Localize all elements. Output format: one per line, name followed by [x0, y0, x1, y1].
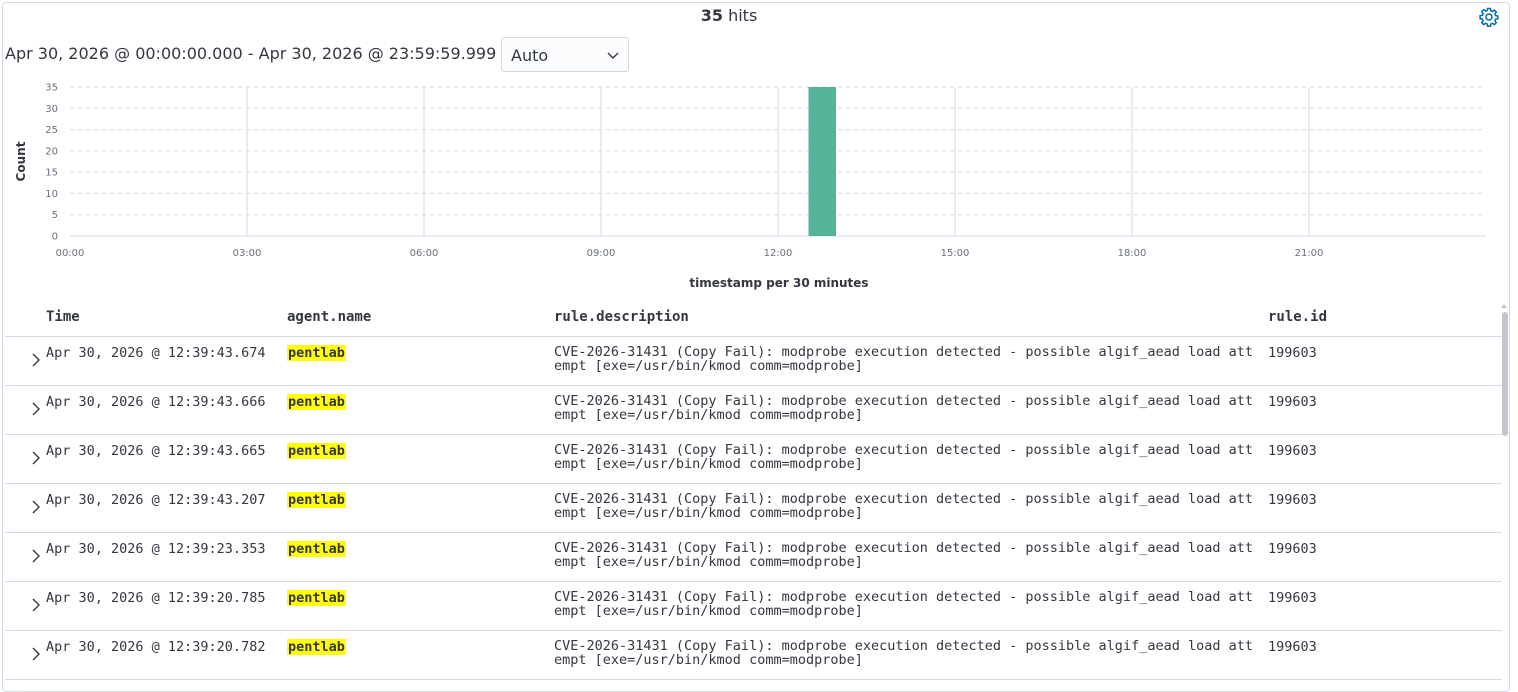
- cell-agent-name[interactable]: pentlab: [287, 541, 346, 557]
- cell-rule-id: 199603: [1268, 394, 1317, 410]
- cell-rule-id: 199603: [1268, 590, 1317, 606]
- cell-agent-name[interactable]: pentlab: [287, 590, 346, 606]
- y-tick-label: 35: [45, 83, 58, 94]
- chevron-right-icon[interactable]: [29, 596, 43, 614]
- table-row[interactable]: Apr 30, 2026 @ 12:39:43.665 pentlab CVE-20…: [5, 435, 1502, 484]
- chevron-right-icon[interactable]: [29, 449, 43, 467]
- cell-rule-description: CVE-2026-31431 (Copy Fail): modprobe exe…: [554, 442, 1253, 472]
- cell-rule-id: 199603: [1268, 639, 1317, 655]
- x-axis-title: timestamp per 30 minutes: [689, 276, 868, 290]
- results-table: Time agent.name rule.description rule.id…: [5, 300, 1502, 680]
- column-header-time[interactable]: Time: [46, 309, 80, 325]
- cell-time: Apr 30, 2026 @ 12:39:20.785: [46, 590, 266, 606]
- y-axis-title: Count: [14, 141, 28, 181]
- interval-select[interactable]: Auto: [501, 37, 629, 72]
- table-header: Time agent.name rule.description rule.id: [5, 300, 1502, 337]
- column-header-rule-id[interactable]: rule.id: [1268, 309, 1327, 325]
- scrollbar-thumb[interactable]: [1502, 312, 1508, 436]
- chevron-right-icon[interactable]: [29, 645, 43, 663]
- time-range-text: Apr 30, 2026 @ 00:00:00.000 - Apr 30, 20…: [5, 44, 528, 63]
- cell-rule-description: CVE-2026-31431 (Copy Fail): modprobe exe…: [554, 589, 1253, 619]
- column-header-rule-description[interactable]: rule.description: [554, 309, 689, 325]
- cell-time: Apr 30, 2026 @ 12:39:23.353: [46, 541, 266, 557]
- cell-rule-id: 199603: [1268, 443, 1317, 459]
- arrow-up-icon[interactable]: [1500, 302, 1508, 310]
- cell-rule-id: 199603: [1268, 345, 1317, 361]
- cell-rule-description: CVE-2026-31431 (Copy Fail): modprobe exe…: [554, 393, 1253, 423]
- chevron-right-icon[interactable]: [29, 351, 43, 369]
- cell-rule-description: CVE-2026-31431 (Copy Fail): modprobe exe…: [554, 638, 1253, 668]
- cell-time: Apr 30, 2026 @ 12:39:20.782: [46, 639, 266, 655]
- table-row[interactable]: Apr 30, 2026 @ 12:39:20.785 pentlab CVE-20…: [5, 582, 1502, 631]
- y-tick-label: 20: [45, 146, 58, 157]
- table-body: Apr 30, 2026 @ 12:39:43.674 pentlab CVE-20…: [5, 337, 1502, 680]
- histogram-bar: [808, 87, 836, 236]
- x-tick-label: 06:00: [410, 248, 439, 259]
- x-tick-label: 18:00: [1118, 248, 1147, 259]
- interval-value: Auto: [511, 46, 549, 65]
- x-tick-label: 09:00: [587, 248, 616, 259]
- y-tick-label: 30: [45, 104, 58, 115]
- hits-count: 35: [700, 6, 723, 25]
- y-tick-label: 5: [52, 210, 58, 221]
- histogram-chart: 35 30 25 20 15 10 5 0 00:00 03:00 06:00 09:00 12:00 1…: [14, 83, 1486, 290]
- table-row[interactable]: Apr 30, 2026 @ 12:39:43.207 pentlab CVE-20…: [5, 484, 1502, 533]
- chevron-right-icon[interactable]: [29, 498, 43, 516]
- hits-label: hits: [728, 6, 758, 25]
- x-tick-label: 00:00: [56, 248, 85, 259]
- gear-icon[interactable]: [1479, 7, 1499, 27]
- chevron-right-icon[interactable]: [29, 547, 43, 565]
- cell-rule-id: 199603: [1268, 541, 1317, 557]
- table-row[interactable]: Apr 30, 2026 @ 12:39:20.782 pentlab CVE-20…: [5, 631, 1502, 680]
- cell-rule-description: CVE-2026-31431 (Copy Fail): modprobe exe…: [554, 540, 1253, 570]
- cell-time: Apr 30, 2026 @ 12:39:43.207: [46, 492, 266, 508]
- chevron-down-icon: [607, 52, 619, 59]
- x-tick-label: 03:00: [233, 248, 262, 259]
- y-tick-label: 0: [52, 232, 58, 243]
- table-row[interactable]: Apr 30, 2026 @ 12:39:43.666 pentlab CVE-20…: [5, 386, 1502, 435]
- cell-time: Apr 30, 2026 @ 12:39:43.666: [46, 394, 266, 410]
- x-tick-label: 12:00: [764, 248, 793, 259]
- cell-agent-name[interactable]: pentlab: [287, 394, 346, 410]
- table-row[interactable]: Apr 30, 2026 @ 12:39:23.353 pentlab CVE-20…: [5, 533, 1502, 582]
- cell-time: Apr 30, 2026 @ 12:39:43.674: [46, 345, 266, 361]
- cell-rule-description: CVE-2026-31431 (Copy Fail): modprobe exe…: [554, 344, 1253, 374]
- cell-rule-description: CVE-2026-31431 (Copy Fail): modprobe exe…: [554, 491, 1253, 521]
- cell-agent-name[interactable]: pentlab: [287, 492, 346, 508]
- x-tick-label: 15:00: [941, 248, 970, 259]
- x-tick-label: 21:00: [1295, 248, 1324, 259]
- hits-counter: 35 hits: [0, 6, 1458, 25]
- y-tick-label: 10: [45, 189, 58, 200]
- column-header-agent-name[interactable]: agent.name: [287, 309, 371, 325]
- y-tick-label: 15: [45, 168, 58, 179]
- cell-agent-name[interactable]: pentlab: [287, 345, 346, 361]
- cell-agent-name[interactable]: pentlab: [287, 443, 346, 459]
- cell-time: Apr 30, 2026 @ 12:39:43.665: [46, 443, 266, 459]
- chevron-right-icon[interactable]: [29, 400, 43, 418]
- table-row[interactable]: Apr 30, 2026 @ 12:39:43.674 pentlab CVE-20…: [5, 337, 1502, 386]
- cell-rule-id: 199603: [1268, 492, 1317, 508]
- y-tick-label: 25: [45, 125, 58, 136]
- cell-agent-name[interactable]: pentlab: [287, 639, 346, 655]
